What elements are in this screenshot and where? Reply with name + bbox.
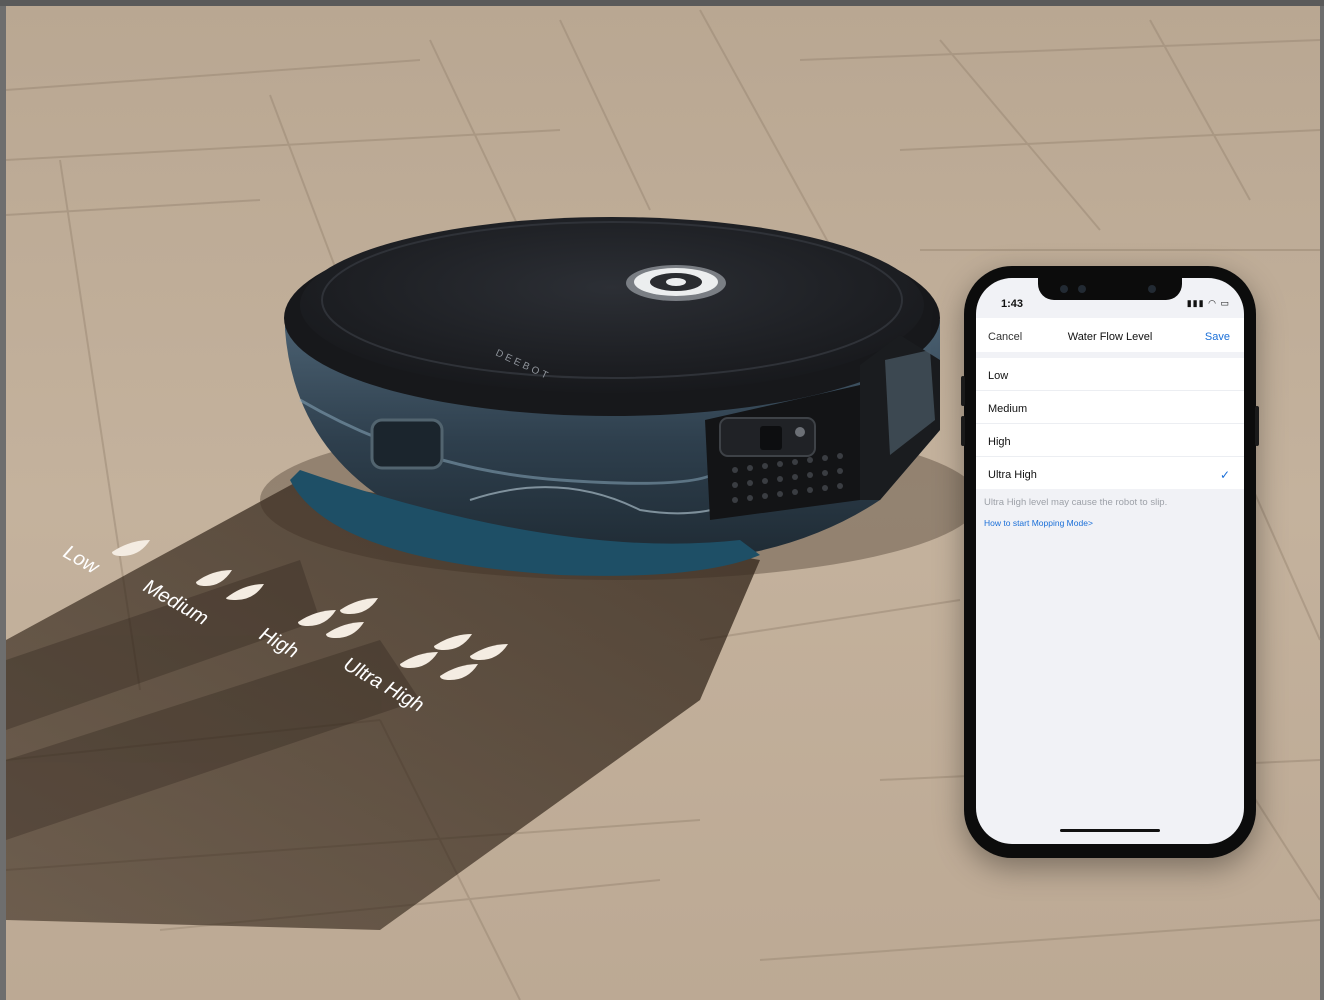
option-high[interactable]: High (976, 424, 1244, 457)
option-ultra-high[interactable]: Ultra High ✓ (976, 457, 1244, 489)
status-icons: ▮▮▮ ◠ ▭ (1187, 298, 1230, 309)
option-medium[interactable]: Medium (976, 391, 1244, 424)
option-low[interactable]: Low (976, 358, 1244, 391)
wifi-icon: ◠ (1208, 298, 1217, 308)
phone-side-button (961, 376, 965, 406)
option-label: Medium (988, 403, 1028, 415)
checkmark-icon: ✓ (1219, 468, 1230, 482)
option-label: Low (988, 370, 1009, 382)
status-time: 1:43 (1001, 298, 1024, 310)
option-label: Ultra High (988, 469, 1037, 481)
battery-icon: ▭ (1220, 298, 1230, 308)
phone-notch (1038, 278, 1182, 300)
home-indicator[interactable] (1060, 829, 1160, 832)
warning-note: Ultra High level may cause the robot to … (984, 497, 1168, 508)
phone-side-button (961, 416, 965, 446)
signal-icon: ▮▮▮ (1186, 298, 1205, 308)
page-title: Water Flow Level (1067, 331, 1153, 343)
app-screen: 1:43 ▮▮▮ ◠ ▭ Cancel Water Flow Level Sav… (976, 278, 1244, 844)
water-flow-options: Low Medium High Ultra High ✓ (976, 358, 1244, 489)
smartphone: 1:43 ▮▮▮ ◠ ▭ Cancel Water Flow Level Sav… (961, 266, 1259, 858)
option-label: High (988, 436, 1011, 448)
mopping-mode-link[interactable]: How to start Mopping Mode> (984, 518, 1093, 528)
save-button[interactable]: Save (1205, 331, 1230, 343)
nav-bar: Cancel Water Flow Level Save (976, 318, 1244, 352)
phone-side-button (1255, 406, 1259, 446)
